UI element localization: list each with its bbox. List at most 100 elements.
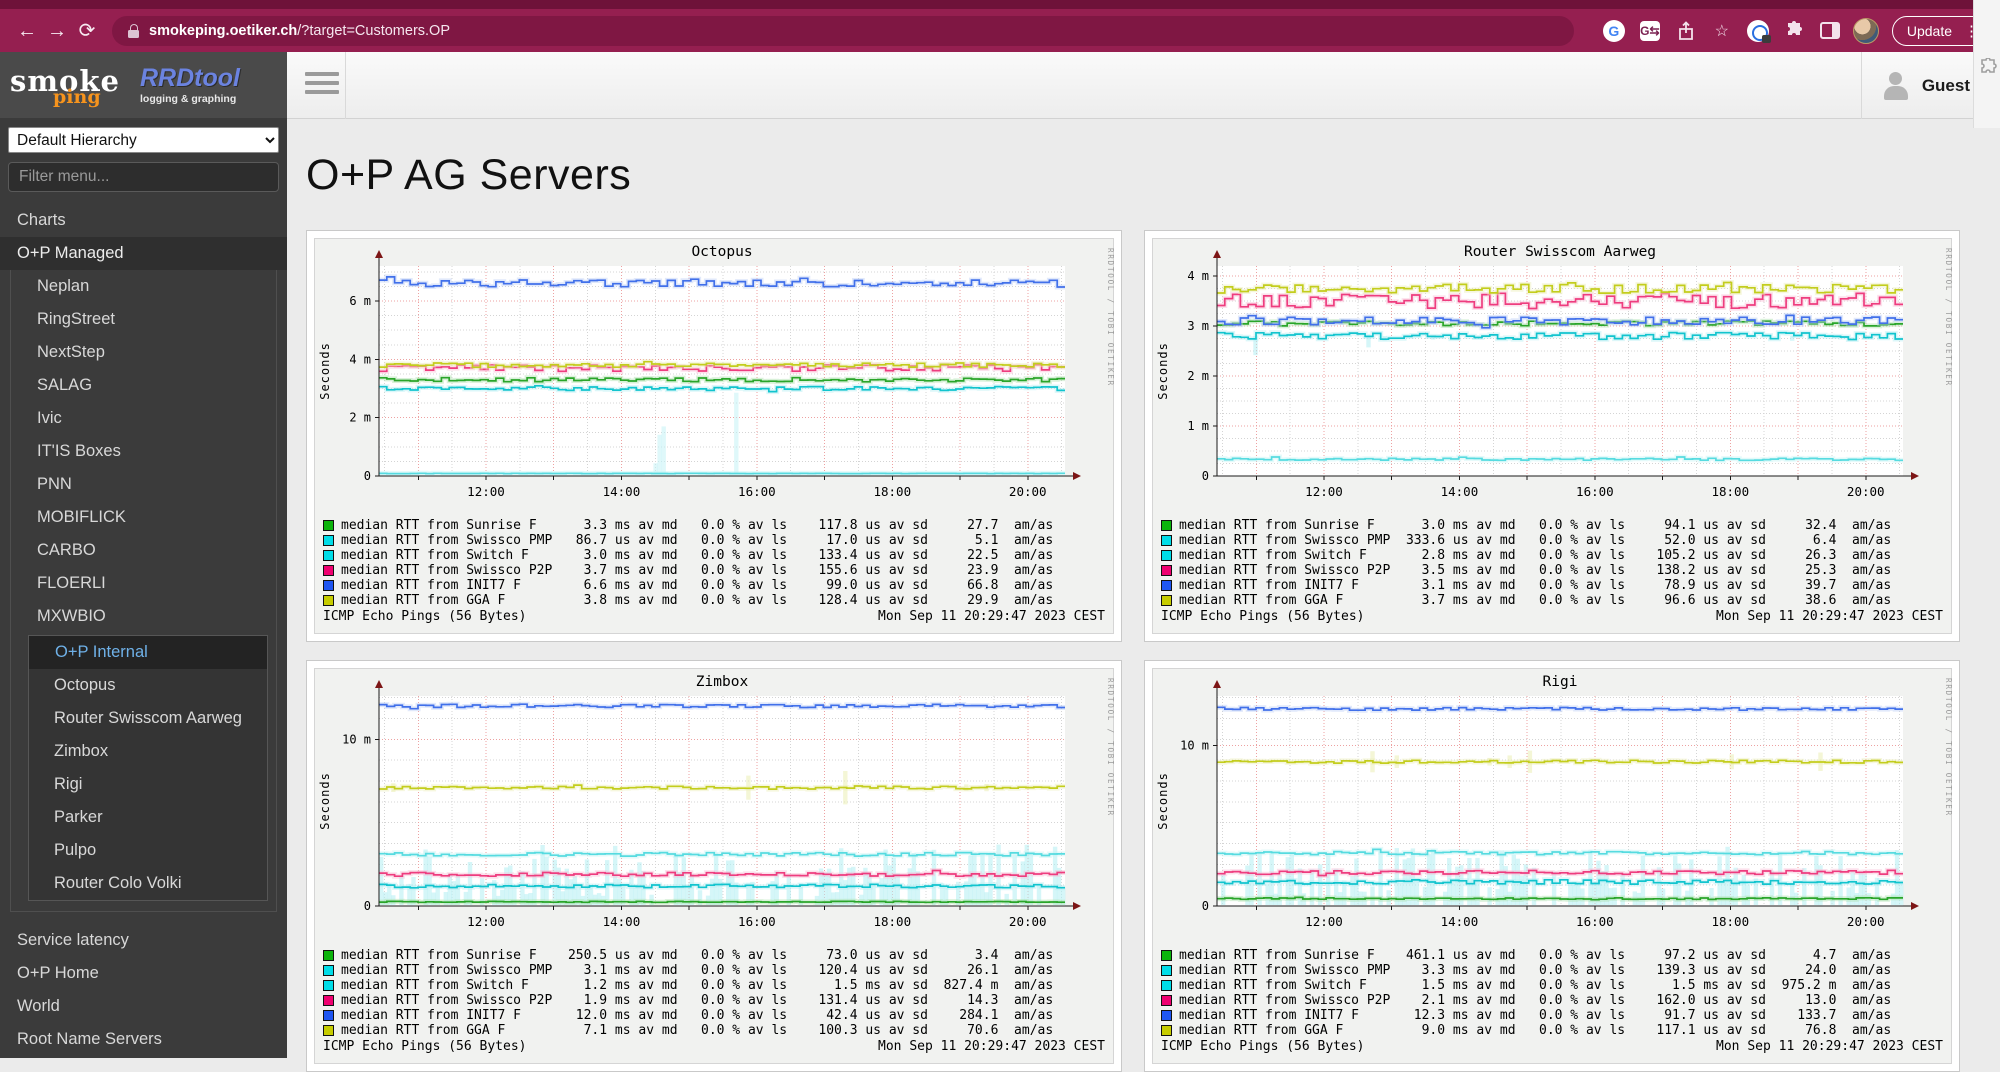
svg-text:RRDTOOL / TOBI OETIKER: RRDTOOL / TOBI OETIKER xyxy=(1944,678,1953,817)
legend-swatch xyxy=(323,965,334,976)
sidebar-item-rigi[interactable]: Rigi xyxy=(29,768,267,801)
app-logo-band: smoke ping RRDtool logging & graphing xyxy=(0,52,287,118)
user-area[interactable]: Guest xyxy=(1880,52,1970,119)
sidebar-item-carbo[interactable]: CARBO xyxy=(11,534,276,567)
translate-icon[interactable]: G⇆ xyxy=(1636,17,1664,45)
hierarchy-select[interactable]: Default Hierarchy xyxy=(8,127,279,153)
sidebar-item-o-p-home[interactable]: O+P Home xyxy=(0,957,287,990)
legend-swatch xyxy=(323,595,334,606)
sidebar-item-salag[interactable]: SALAG xyxy=(11,369,276,402)
legend-row: median RTT from INIT7 F6.6 ms av md0.0 %… xyxy=(323,578,1107,593)
legend-row: median RTT from Swissco P2P2.1 ms av md0… xyxy=(1161,993,1945,1008)
sidebar-item-charts[interactable]: Charts xyxy=(0,204,287,237)
sidebar-item-router-colo-volki[interactable]: Router Colo Volki xyxy=(29,867,267,900)
sidebar-item-router-swisscom-aarweg[interactable]: Router Swisscom Aarweg xyxy=(29,702,267,735)
svg-text:Seconds: Seconds xyxy=(318,772,332,830)
rrdtool-graph-zimbox[interactable]: 010 m12:0014:0016:0018:0020:00ZimboxSeco… xyxy=(314,668,1114,1064)
legend-row: median RTT from Switch F1.5 ms av md0.0 … xyxy=(1161,978,1945,993)
sidebar-item-octopus[interactable]: Octopus xyxy=(29,669,267,702)
sidebar-nav: ChartsO+P ManagedNeplanRingStreetNextSte… xyxy=(0,204,287,1058)
legend-row: median RTT from Swissco PMP333.6 us av m… xyxy=(1161,533,1945,548)
legend-row: median RTT from INIT7 F12.0 ms av md0.0 … xyxy=(323,1008,1107,1023)
hamburger-menu-icon[interactable] xyxy=(305,72,339,98)
url-text[interactable]: smokeping.oetiker.ch/?target=Customers.O… xyxy=(149,23,450,39)
sidebar-group-op-managed: NeplanRingStreetNextStepSALAGIvicIT'IS B… xyxy=(10,270,277,912)
svg-text:20:00: 20:00 xyxy=(1847,484,1885,499)
legend-row: median RTT from Switch F2.8 ms av md0.0 … xyxy=(1161,548,1945,563)
sidebar-item-zimbox[interactable]: Zimbox xyxy=(29,735,267,768)
legend-swatch xyxy=(323,1025,334,1036)
edge-partial-icon xyxy=(1980,58,1998,78)
rrdtool-graph-rigi[interactable]: 010 m12:0014:0016:0018:0020:00RigiSecond… xyxy=(1152,668,1952,1064)
sidebar-item-ivic[interactable]: Ivic xyxy=(11,402,276,435)
graph-legend: median RTT from Sunrise F461.1 us av md0… xyxy=(1153,946,1951,1054)
menu-filter-input[interactable] xyxy=(8,162,279,192)
smokeping-logo[interactable]: smoke ping xyxy=(10,62,128,108)
svg-text:Seconds: Seconds xyxy=(1156,772,1170,830)
svg-text:6 m: 6 m xyxy=(349,294,371,308)
svg-text:RRDTOOL / TOBI OETIKER: RRDTOOL / TOBI OETIKER xyxy=(1944,248,1953,387)
profile-avatar[interactable] xyxy=(1852,17,1880,45)
sidebar-item-it-is-boxes[interactable]: IT'IS Boxes xyxy=(11,435,276,468)
svg-text:Octopus: Octopus xyxy=(691,244,752,260)
share-icon[interactable] xyxy=(1672,17,1700,45)
google-icon[interactable]: G xyxy=(1600,17,1628,45)
svg-text:2 m: 2 m xyxy=(1187,369,1209,383)
graph-timestamp: Mon Sep 11 20:29:47 2023 CEST xyxy=(878,1039,1105,1054)
sidebar-item-floerli[interactable]: FLOERLI xyxy=(11,567,276,600)
graph-panel-octopus[interactable]: 02 m4 m6 m12:0014:0016:0018:0020:00Octop… xyxy=(306,230,1122,642)
graph-grid: 02 m4 m6 m12:0014:0016:0018:0020:00Octop… xyxy=(306,230,2000,1072)
graph-panel-rigi[interactable]: 010 m12:0014:0016:0018:0020:00RigiSecond… xyxy=(1144,660,1960,1072)
header-divider xyxy=(345,52,346,119)
rrdtool-logo[interactable]: RRDtool logging & graphing xyxy=(140,66,240,105)
svg-text:14:00: 14:00 xyxy=(603,914,641,929)
graph-panel-router-swisscom-aarweg[interactable]: 01 m2 m3 m4 m12:0014:0016:0018:0020:00Ro… xyxy=(1144,230,1960,642)
legend-footer: ICMP Echo Pings (56 Bytes) Mon Sep 11 20:… xyxy=(323,1039,1107,1054)
forward-icon[interactable]: → xyxy=(42,16,72,46)
legend-row: median RTT from Swissco PMP86.7 us av md… xyxy=(323,533,1107,548)
sidebar-item-o-p-managed[interactable]: O+P Managed xyxy=(0,237,287,270)
sidebar-item-mobiflick[interactable]: MOBIFLICK xyxy=(11,501,276,534)
legend-swatch xyxy=(323,950,334,961)
bookmark-star-icon[interactable]: ☆ xyxy=(1708,17,1736,45)
legend-row: median RTT from Swissco P2P3.5 ms av md0… xyxy=(1161,563,1945,578)
sidebar-item-parker[interactable]: Parker xyxy=(29,801,267,834)
back-icon[interactable]: ← xyxy=(12,16,42,46)
svg-text:Rigi: Rigi xyxy=(1543,674,1578,690)
sidebar-item-pulpo[interactable]: Pulpo xyxy=(29,834,267,867)
legend-swatch xyxy=(323,1010,334,1021)
reload-icon[interactable]: ⟳ xyxy=(72,16,102,46)
legend-row: median RTT from GGA F7.1 ms av md0.0 % a… xyxy=(323,1023,1107,1038)
svg-text:RRDTOOL / TOBI OETIKER: RRDTOOL / TOBI OETIKER xyxy=(1106,678,1115,817)
sidebar-item-pnn[interactable]: PNN xyxy=(11,468,276,501)
sidebar-item-o-p-internal[interactable]: O+P Internal xyxy=(29,636,267,669)
graph-panel-zimbox[interactable]: 010 m12:0014:0016:0018:0020:00ZimboxSeco… xyxy=(306,660,1122,1072)
address-bar[interactable]: smokeping.oetiker.ch/?target=Customers.O… xyxy=(112,16,1574,46)
legend-swatch xyxy=(1161,535,1172,546)
side-panel-icon[interactable] xyxy=(1816,17,1844,45)
extensions-puzzle-icon[interactable] xyxy=(1780,17,1808,45)
svg-text:Zimbox: Zimbox xyxy=(696,674,749,690)
sidebar-item-ringstreet[interactable]: RingStreet xyxy=(11,303,276,336)
sidebar-item-world[interactable]: World xyxy=(0,990,287,1023)
sidebar-item-service-latency[interactable]: Service latency xyxy=(0,924,287,957)
rrdtool-graph-router-swisscom-aarweg[interactable]: 01 m2 m3 m4 m12:0014:0016:0018:0020:00Ro… xyxy=(1152,238,1952,634)
sidebar-item-root-name-servers[interactable]: Root Name Servers xyxy=(0,1023,287,1056)
svg-text:0: 0 xyxy=(364,469,371,483)
legend-row: median RTT from Swissco P2P1.9 ms av md0… xyxy=(323,993,1107,1008)
svg-text:10 m: 10 m xyxy=(342,732,371,746)
svg-text:18:00: 18:00 xyxy=(873,484,911,499)
legend-row: median RTT from Sunrise F3.3 ms av md0.0… xyxy=(323,518,1107,533)
password-manager-icon[interactable] xyxy=(1744,17,1772,45)
sidebar-item-neplan[interactable]: Neplan xyxy=(11,270,276,303)
legend-swatch xyxy=(1161,1025,1172,1036)
svg-text:20:00: 20:00 xyxy=(1847,914,1885,929)
sidebar-item-nextstep[interactable]: NextStep xyxy=(11,336,276,369)
legend-footer: ICMP Echo Pings (56 Bytes)Mon Sep 11 20:… xyxy=(1161,1039,1945,1054)
graph-timestamp: Mon Sep 11 20:29:47 2023 CEST xyxy=(1716,609,1943,624)
sidebar-item-mxwbio[interactable]: MXWBIO xyxy=(11,600,276,633)
sidebar: Default Hierarchy ChartsO+P ManagedNepla… xyxy=(0,118,287,1058)
rrdtool-graph-octopus[interactable]: 02 m4 m6 m12:0014:0016:0018:0020:00Octop… xyxy=(314,238,1114,634)
legend-swatch xyxy=(323,535,334,546)
probe-label: ICMP Echo Pings (56 Bytes) xyxy=(323,1039,527,1054)
